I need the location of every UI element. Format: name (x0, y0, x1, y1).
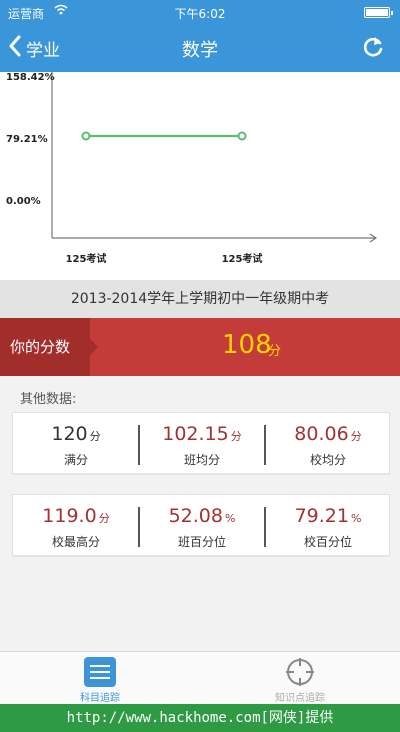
stat-unit: % (224, 512, 236, 525)
score-trend-chart: 158.42% 79.21% 0.00% 125考试 125考试 (0, 72, 400, 280)
status-bar: 运营商 下午6:02 (0, 0, 400, 24)
crosshair-icon (284, 657, 316, 687)
stat-label: 班百分位 (177, 535, 226, 549)
tab-subject-tracking[interactable]: 科目追踪 (0, 652, 200, 704)
stat-value: 52.08 (168, 505, 223, 527)
stat-school-average: 80.06 分 校均分 (265, 413, 391, 475)
x-tick-label: 125考试 (222, 252, 263, 265)
stat-unit: % (350, 512, 362, 525)
chart-canvas: 158.42% 79.21% 0.00% 125考试 125考试 (6, 72, 378, 265)
tab-knowledge-tracking[interactable]: 知识点追踪 (200, 652, 400, 704)
page-title: 数学 (182, 40, 218, 61)
stats-card-2: 119.0 分 校最高分 52.08% 班百分位 79.21% 校百分位 (12, 494, 390, 556)
battery-icon (364, 7, 393, 18)
stat-label: 校百分位 (303, 535, 352, 549)
your-score-strip: 你的分数 108 分 (0, 318, 400, 376)
stat-value: 120 (51, 423, 88, 445)
y-tick-label: 158.42% (6, 72, 55, 83)
stat-value: 80.06 (294, 423, 349, 445)
watermark-footer: http://www.hackhome.com[网侠]提供 (0, 704, 400, 732)
refresh-icon[interactable] (360, 34, 386, 60)
x-tick-label: 125考试 (66, 252, 107, 265)
stat-label: 班均分 (183, 453, 220, 467)
other-data-label: 其他数据: (20, 392, 77, 407)
data-point (237, 131, 247, 141)
stat-school-highest: 119.0 分 校最高分 (13, 495, 139, 557)
stat-unit: 分 (350, 430, 362, 443)
data-point (81, 131, 91, 141)
top-bar: 运营商 下午6:02 学业 数学 (0, 0, 400, 72)
stat-class-percentile: 52.08% 班百分位 (139, 495, 265, 557)
stat-class-average: 102.15 分 班均分 (139, 413, 265, 475)
stat-label: 校最高分 (51, 535, 100, 549)
your-score-unit: 分 (268, 344, 282, 359)
exam-title: 2013-2014学年上学期初中一年级期中考 (0, 280, 400, 318)
stat-full-score: 120 分 满分 (13, 413, 139, 475)
tab-label: 知识点追踪 (275, 693, 325, 704)
y-tick-label: 79.21% (6, 134, 48, 145)
bottom-tab-bar: 科目追踪 知识点追踪 (0, 651, 400, 704)
your-score-value: 108 (222, 330, 272, 360)
stat-label: 满分 (63, 453, 88, 467)
app-screen: 运营商 下午6:02 学业 数学 158.42% 79.21% 0.00% 125考试… (0, 0, 400, 704)
tab-label: 科目追踪 (80, 693, 120, 704)
navigation-bar: 学业 数学 (0, 28, 400, 68)
stat-unit: 分 (98, 512, 110, 525)
stat-school-percentile: 79.21% 校百分位 (265, 495, 391, 557)
stat-value: 79.21 (294, 505, 349, 527)
stat-unit: 分 (89, 430, 101, 443)
status-time: 下午6:02 (174, 7, 226, 21)
stat-value: 102.15 (162, 423, 229, 445)
y-tick-label: 0.00% (6, 196, 41, 207)
your-score-label: 你的分数 (0, 318, 98, 376)
stat-label: 校均分 (309, 453, 346, 467)
stats-card-1: 120 分 满分 102.15 分 班均分 80.06 分 校均分 (12, 412, 390, 474)
stat-value: 119.0 (42, 505, 97, 527)
list-icon (84, 657, 116, 687)
stat-unit: 分 (230, 430, 242, 443)
